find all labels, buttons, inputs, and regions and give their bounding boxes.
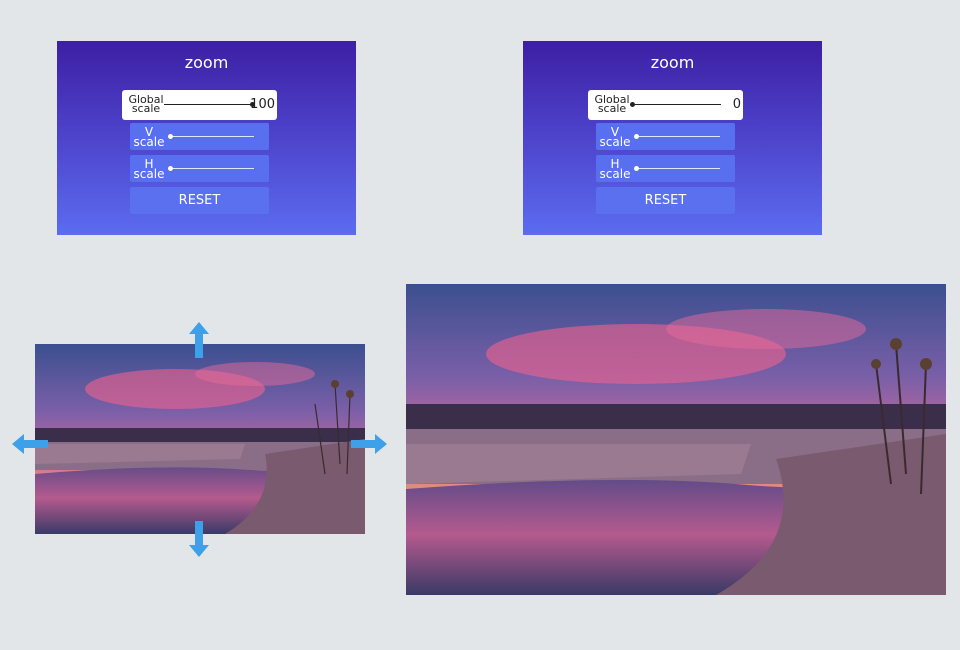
landscape-photo-large <box>406 284 946 595</box>
arrow-left-icon <box>12 434 48 454</box>
v-scale-slider[interactable]: V scale <box>596 123 735 150</box>
v-scale-track[interactable] <box>634 134 720 139</box>
h-scale-track[interactable] <box>634 166 720 171</box>
zoom-panel-right: zoom Global scale 0 V scale H scale RESE… <box>523 41 822 235</box>
global-scale-value: 100 <box>250 97 275 112</box>
arrow-right-icon <box>351 434 387 454</box>
global-scale-value: 0 <box>732 97 741 112</box>
global-scale-track[interactable] <box>630 102 721 107</box>
h-scale-slider[interactable]: H scale <box>596 155 735 182</box>
h-scale-knob[interactable] <box>634 166 639 171</box>
global-scale-track[interactable] <box>164 102 255 107</box>
h-scale-slider[interactable]: H scale <box>130 155 269 182</box>
panel-title: zoom <box>184 53 229 72</box>
h-scale-label: H scale <box>133 157 165 181</box>
reset-button[interactable]: RESET <box>596 187 735 214</box>
arrow-up-icon <box>189 322 209 358</box>
zoom-panel-left: zoom Global scale 100 V scale H scale RE… <box>57 41 356 235</box>
v-scale-knob[interactable] <box>634 134 639 139</box>
v-scale-label: V scale <box>133 125 165 149</box>
v-scale-knob[interactable] <box>168 134 173 139</box>
h-scale-knob[interactable] <box>168 166 173 171</box>
h-scale-label: H scale <box>599 157 631 181</box>
global-scale-label: Global scale <box>128 93 164 115</box>
v-scale-label: V scale <box>599 125 631 149</box>
arrow-down-icon <box>189 521 209 557</box>
reset-button[interactable]: RESET <box>130 187 269 214</box>
global-scale-slider[interactable]: Global scale 100 <box>122 90 277 120</box>
v-scale-slider[interactable]: V scale <box>130 123 269 150</box>
panel-title: zoom <box>650 53 695 72</box>
landscape-photo-small <box>35 344 365 534</box>
global-scale-label: Global scale <box>594 93 630 115</box>
global-scale-slider[interactable]: Global scale 0 <box>588 90 743 120</box>
v-scale-track[interactable] <box>168 134 254 139</box>
h-scale-track[interactable] <box>168 166 254 171</box>
global-scale-knob[interactable] <box>630 102 635 107</box>
